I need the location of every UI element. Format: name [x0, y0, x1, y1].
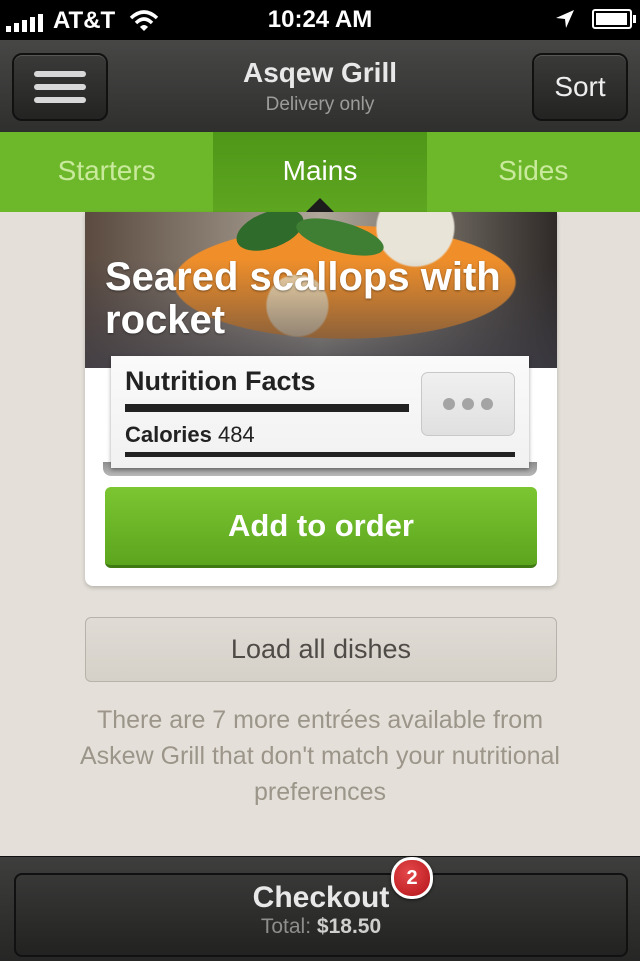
total-value: $18.50 [316, 915, 382, 938]
checkout-label: Checkout [252, 881, 390, 914]
more-dots-icon [443, 398, 455, 410]
divider [125, 404, 409, 412]
calories-row: Calories 484 [125, 422, 255, 448]
checkout-button[interactable]: Checkout Total: $18.50 [14, 873, 628, 957]
location-arrow-icon [556, 10, 574, 28]
tab-mains[interactable]: Mains [213, 132, 427, 213]
divider [125, 452, 515, 457]
cart-count-badge: 2 [391, 857, 433, 899]
calories-value: 484 [217, 422, 255, 447]
tab-sides[interactable]: Sides [427, 132, 640, 212]
dish-photo: Seared scallops with rocket [85, 212, 557, 368]
more-nutrition-button[interactable] [421, 372, 515, 436]
dish-title: Seared scallops with rocket [105, 255, 501, 342]
nutrition-panel: Nutrition Facts Calories 484 [111, 356, 529, 468]
sort-button[interactable]: Sort [532, 53, 628, 121]
checkout-total: Total: $18.50 [16, 915, 626, 939]
filter-info-text: There are 7 more entrées available from … [80, 706, 560, 806]
tab-starters[interactable]: Starters [0, 132, 213, 212]
status-bar: AT&T 10:24 AM [0, 0, 640, 40]
calories-label: Calories [125, 422, 212, 447]
load-all-dishes-button[interactable]: Load all dishes [85, 617, 557, 682]
add-to-order-button[interactable]: Add to order [105, 487, 537, 568]
battery-icon [592, 9, 636, 29]
total-label: Total: [260, 915, 312, 938]
status-time: 10:24 AM [267, 6, 373, 33]
nutrition-heading: Nutrition Facts [125, 366, 316, 396]
nav-bar: Asqew Grill Delivery only Sort [0, 40, 640, 133]
checkout-bar: Checkout Total: $18.50 2 [0, 856, 640, 961]
category-tabs: Starters Mains Sides [0, 132, 640, 213]
dish-card: Seared scallops with rocket Nutrition Fa… [85, 212, 557, 586]
